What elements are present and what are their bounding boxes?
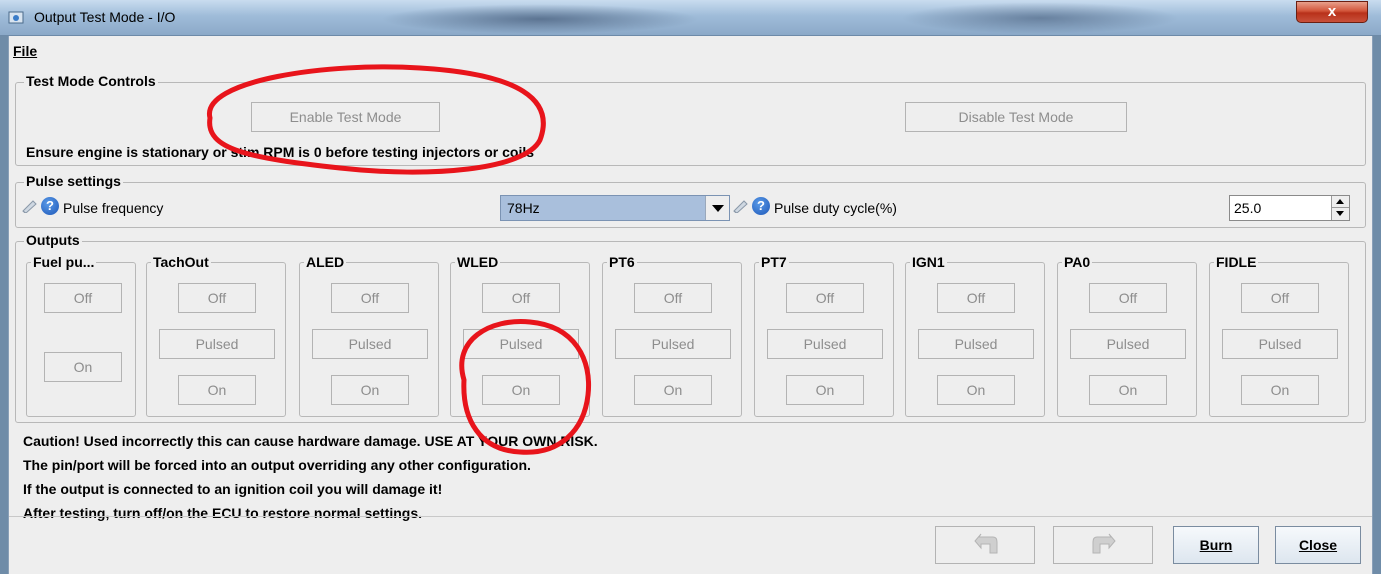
caution-line: Caution! Used incorrectly this can cause… bbox=[23, 433, 598, 449]
pulse-frequency-value: 78Hz bbox=[507, 200, 540, 216]
pulsed-button[interactable]: Pulsed bbox=[463, 329, 579, 359]
off-button[interactable]: Off bbox=[1089, 283, 1167, 313]
output-aled: ALED Off Pulsed On bbox=[299, 254, 439, 417]
pulse-frequency-label: Pulse frequency bbox=[63, 200, 164, 216]
off-button[interactable]: Off bbox=[1241, 283, 1319, 313]
close-button[interactable]: Close bbox=[1275, 526, 1361, 564]
output-name: FIDLE bbox=[1214, 254, 1259, 270]
pulsed-button[interactable]: Pulsed bbox=[1222, 329, 1338, 359]
pulsed-button[interactable]: Pulsed bbox=[159, 329, 275, 359]
output-name: WLED bbox=[455, 254, 501, 270]
footer-separator bbox=[9, 516, 1372, 517]
undo-icon bbox=[974, 533, 998, 554]
close-label: Close bbox=[1298, 537, 1338, 553]
outputs-legend: Outputs bbox=[24, 232, 82, 248]
fuel-on-button[interactable]: On bbox=[44, 352, 122, 382]
pulse-duty-label: Pulse duty cycle(%) bbox=[774, 200, 897, 216]
off-button[interactable]: Off bbox=[937, 283, 1015, 313]
pencil-icon[interactable] bbox=[21, 199, 39, 213]
chevron-down-icon[interactable] bbox=[705, 196, 729, 220]
pulsed-button[interactable]: Pulsed bbox=[767, 329, 883, 359]
on-button[interactable]: On bbox=[786, 375, 864, 405]
test-mode-warning: Ensure engine is stationary or stim RPM … bbox=[26, 144, 535, 160]
burn-label: Burn bbox=[1199, 537, 1233, 553]
output-wled: WLED Off Pulsed On bbox=[450, 254, 590, 417]
output-name: Fuel pu... bbox=[31, 254, 97, 270]
pulse-settings-legend: Pulse settings bbox=[24, 173, 123, 189]
undo-button[interactable] bbox=[935, 526, 1035, 564]
off-button[interactable]: Off bbox=[178, 283, 256, 313]
pencil-icon[interactable] bbox=[732, 199, 750, 213]
window-client: File Test Mode Controls Enable Test Mode… bbox=[8, 36, 1373, 574]
output-name: PA0 bbox=[1062, 254, 1093, 270]
output-name: IGN1 bbox=[910, 254, 947, 270]
caution-line: If the output is connected to an ignitio… bbox=[23, 481, 443, 497]
app-icon bbox=[8, 11, 24, 24]
output-pt7: PT7 Off Pulsed On bbox=[754, 254, 894, 417]
output-pa0: PA0 Off Pulsed On bbox=[1057, 254, 1197, 417]
window-title: Output Test Mode - I/O bbox=[34, 9, 176, 25]
help-icon[interactable]: ? bbox=[752, 197, 770, 215]
on-button[interactable]: On bbox=[937, 375, 1015, 405]
off-button[interactable]: Off bbox=[786, 283, 864, 313]
off-button[interactable]: Off bbox=[331, 283, 409, 313]
pulsed-button[interactable]: Pulsed bbox=[918, 329, 1034, 359]
pulse-frequency-select[interactable]: 78Hz bbox=[500, 195, 730, 221]
pulse-duty-value: 25.0 bbox=[1234, 200, 1262, 216]
pulsed-button[interactable]: Pulsed bbox=[1070, 329, 1186, 359]
pulse-settings-group: Pulse settings ? Pulse frequency 78Hz ? … bbox=[15, 173, 1366, 228]
outputs-group: Outputs Fuel pu... Off On TachOut Off Puls… bbox=[15, 232, 1366, 423]
output-name: TachOut bbox=[151, 254, 211, 270]
off-button[interactable]: Off bbox=[634, 283, 712, 313]
on-button[interactable]: On bbox=[331, 375, 409, 405]
enable-test-mode-button[interactable]: Enable Test Mode bbox=[251, 102, 440, 132]
menubar: File bbox=[9, 36, 1372, 66]
off-button[interactable]: Off bbox=[482, 283, 560, 313]
window-titlebar[interactable]: Output Test Mode - I/O x bbox=[0, 0, 1381, 36]
output-ign1: IGN1 Off Pulsed On bbox=[905, 254, 1045, 417]
caution-line: After testing, turn off/on the ECU to re… bbox=[23, 505, 423, 521]
spinner-up-icon[interactable] bbox=[1332, 196, 1349, 208]
titlebar-glass bbox=[900, 2, 1180, 34]
spinner-buttons bbox=[1331, 196, 1349, 220]
on-button[interactable]: On bbox=[482, 375, 560, 405]
output-fuel-pump: Fuel pu... Off On bbox=[26, 254, 136, 417]
titlebar-glass bbox=[380, 4, 700, 34]
menu-file[interactable]: File bbox=[13, 43, 37, 59]
output-fidle: FIDLE Off Pulsed On bbox=[1209, 254, 1349, 417]
on-button[interactable]: On bbox=[1241, 375, 1319, 405]
burn-button[interactable]: Burn bbox=[1173, 526, 1259, 564]
output-tachout: TachOut Off Pulsed On bbox=[146, 254, 286, 417]
output-name: PT6 bbox=[607, 254, 637, 270]
help-icon[interactable]: ? bbox=[41, 197, 59, 215]
on-button[interactable]: On bbox=[634, 375, 712, 405]
redo-button[interactable] bbox=[1053, 526, 1153, 564]
test-mode-legend: Test Mode Controls bbox=[24, 73, 158, 89]
disable-test-mode-button[interactable]: Disable Test Mode bbox=[905, 102, 1127, 132]
pulsed-button[interactable]: Pulsed bbox=[312, 329, 428, 359]
redo-icon bbox=[1092, 533, 1116, 554]
output-pt6: PT6 Off Pulsed On bbox=[602, 254, 742, 417]
caution-line: The pin/port will be forced into an outp… bbox=[23, 457, 531, 473]
output-name: ALED bbox=[304, 254, 347, 270]
pulsed-button[interactable]: Pulsed bbox=[615, 329, 731, 359]
spinner-down-icon[interactable] bbox=[1332, 208, 1349, 220]
pulse-duty-spinner[interactable]: 25.0 bbox=[1229, 195, 1350, 221]
window-close-button[interactable]: x bbox=[1296, 1, 1368, 23]
output-name: PT7 bbox=[759, 254, 789, 270]
on-button[interactable]: On bbox=[178, 375, 256, 405]
fuel-off-button[interactable]: Off bbox=[44, 283, 122, 313]
on-button[interactable]: On bbox=[1089, 375, 1167, 405]
test-mode-group: Test Mode Controls Enable Test Mode Disa… bbox=[15, 73, 1366, 166]
